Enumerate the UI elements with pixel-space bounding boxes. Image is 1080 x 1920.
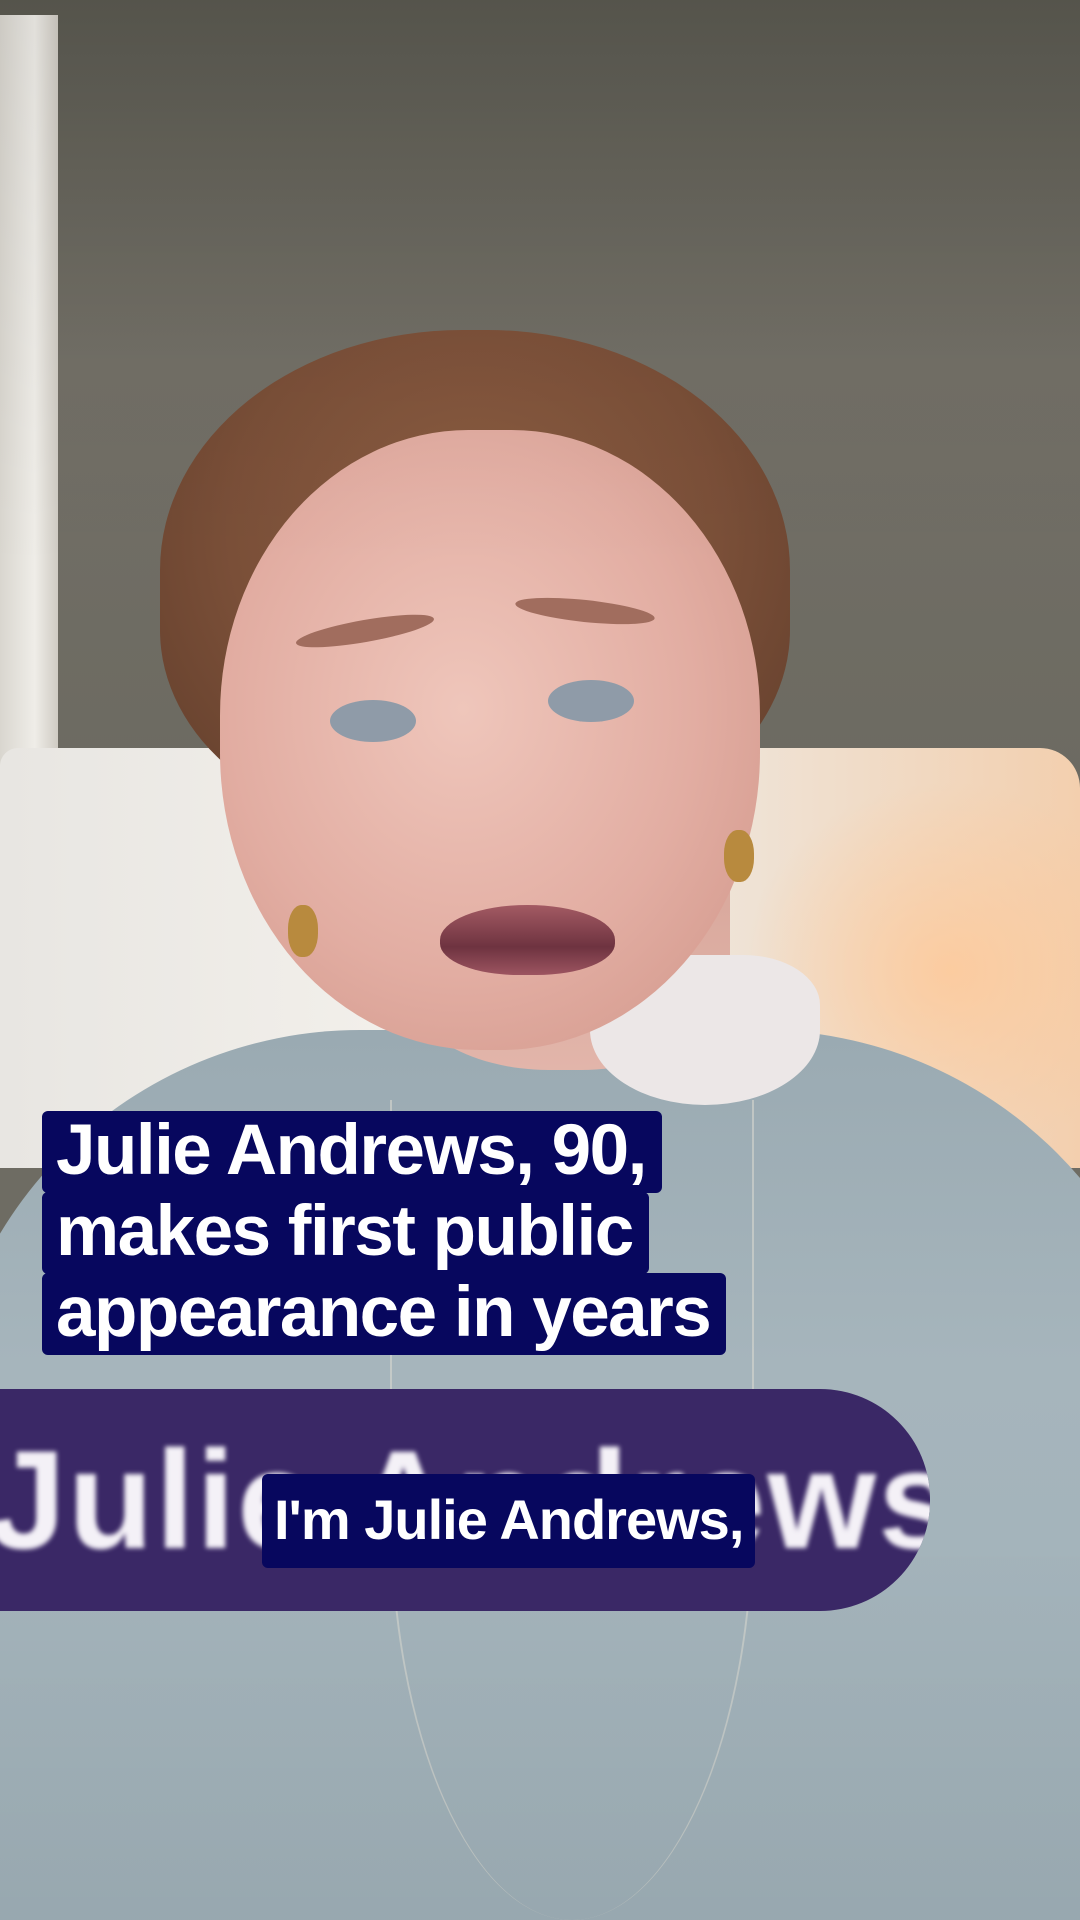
subtitle-caption: I'm Julie Andrews, (262, 1474, 756, 1568)
headline-line: appearance in years (42, 1273, 727, 1355)
headline-line: makes first public (42, 1192, 649, 1274)
headline: Julie Andrews, 90, makes first public ap… (42, 1111, 762, 1355)
video-frame: Julie Andrews, 90, makes first public ap… (0, 0, 1080, 1920)
vignette (0, 0, 1080, 1920)
headline-line: Julie Andrews, 90, (42, 1111, 662, 1193)
